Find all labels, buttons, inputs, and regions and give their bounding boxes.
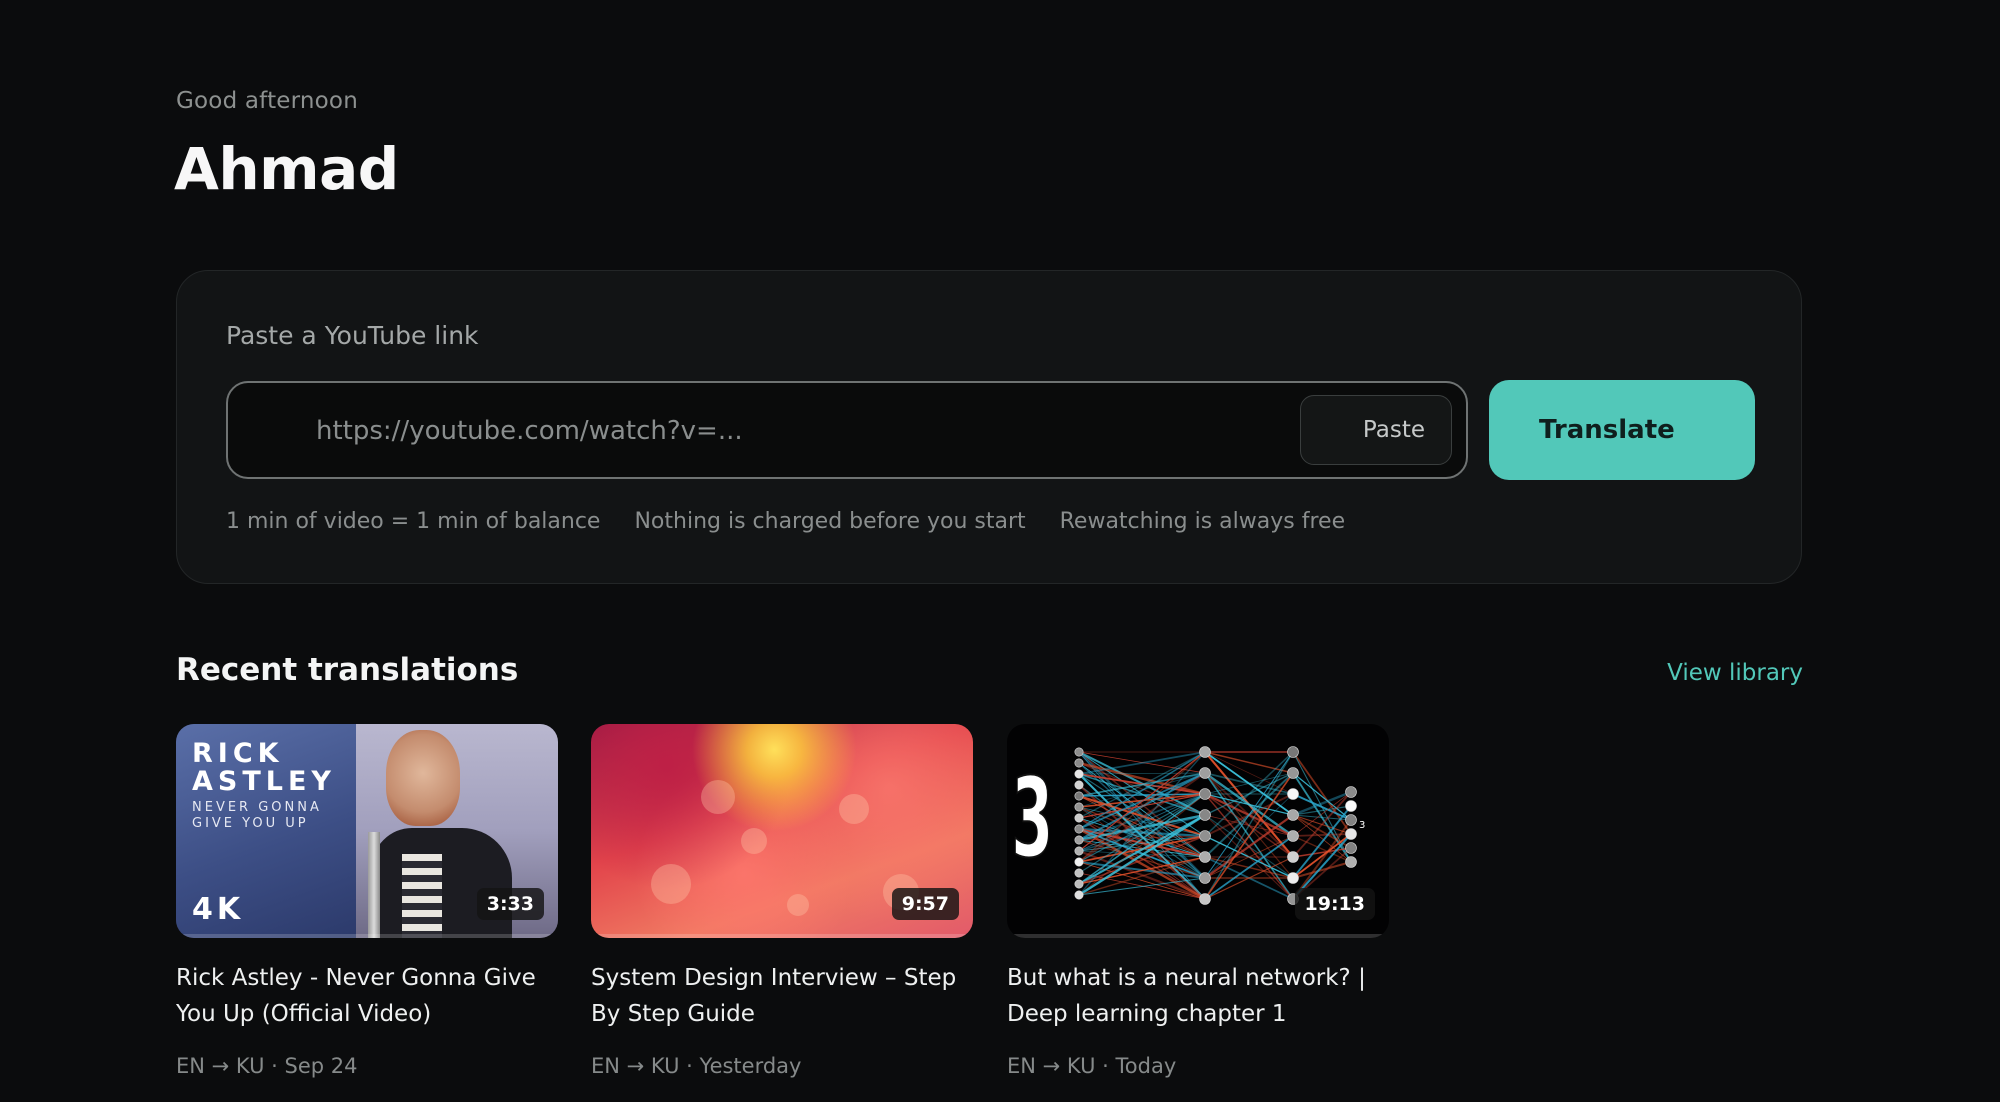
network-node (1199, 830, 1211, 842)
video-meta: EN → KU · Sep 24 (176, 1054, 358, 1078)
network-node (1074, 835, 1084, 845)
video-title[interactable]: Rick Astley - Never Gonna Give You Up (O… (176, 960, 558, 1032)
network-node (1199, 893, 1211, 905)
network-node (1345, 800, 1357, 812)
network-node (1345, 828, 1357, 840)
pricing-notes: 1 min of video = 1 min of balance Nothin… (226, 509, 1345, 534)
network-node (1199, 788, 1211, 800)
digit-image-text: 3 (1011, 754, 1053, 882)
network-node (1074, 758, 1084, 768)
network-node (1199, 746, 1211, 758)
pricing-note: Nothing is charged before you start (634, 509, 1026, 534)
paste-button[interactable]: Paste (1300, 395, 1452, 465)
video-thumbnail[interactable]: 3 3 19:13 (1007, 724, 1389, 938)
network-node (1074, 813, 1084, 823)
network-node (1199, 872, 1211, 884)
progress-bar (176, 934, 558, 938)
thumbnail-art (701, 780, 735, 814)
network-node (1199, 809, 1211, 821)
progress-bar (591, 934, 973, 938)
thumbnail-badge-text: 4K (192, 892, 245, 927)
network-node (1074, 769, 1084, 779)
network-node (1287, 830, 1299, 842)
pricing-note: Rewatching is always free (1059, 509, 1346, 534)
video-title[interactable]: System Design Interview – Step By Step G… (591, 960, 973, 1032)
duration-badge: 9:57 (891, 888, 959, 920)
home-page: Good afternoon Ahmad Paste a YouTube lin… (0, 0, 2000, 1102)
network-node (1074, 747, 1084, 757)
video-thumbnail[interactable]: 9:57 (591, 724, 973, 938)
progress-bar (1007, 934, 1389, 938)
thumbnail-art (386, 730, 460, 826)
thumbnail-art (787, 894, 809, 916)
network-node (1345, 856, 1357, 868)
network-node (1287, 809, 1299, 821)
video-meta: EN → KU · Today (1007, 1054, 1177, 1078)
translate-button-label: Translate (1539, 415, 1675, 445)
network-node (1074, 791, 1084, 801)
network-node (1345, 786, 1357, 798)
network-node (1074, 780, 1084, 790)
network-node (1345, 814, 1357, 826)
duration-badge: 19:13 (1294, 888, 1375, 920)
network-node (1074, 846, 1084, 856)
greeting-text: Good afternoon (176, 88, 358, 114)
network-node (1074, 890, 1084, 900)
network-node (1074, 857, 1084, 867)
network-edge (1292, 861, 1352, 879)
video-meta: EN → KU · Yesterday (591, 1054, 802, 1078)
view-library-link[interactable]: View library (1667, 660, 1803, 686)
network-node (1074, 802, 1084, 812)
paste-button-label: Paste (1362, 417, 1425, 443)
user-name-heading: Ahmad (174, 135, 399, 203)
video-title[interactable]: But what is a neural network? | Deep lea… (1007, 960, 1389, 1032)
network-edge (1292, 790, 1352, 817)
network-node (1199, 767, 1211, 779)
thumbnail-art (402, 854, 442, 938)
link-input-label: Paste a YouTube link (226, 321, 479, 350)
thumbnail-art (651, 864, 691, 904)
duration-badge: 3:33 (476, 888, 544, 920)
thumbnail-title-text: RICK ASTLEY (192, 740, 336, 796)
video-card[interactable]: 9:57 System Design Interview – Step By S… (591, 724, 973, 1078)
network-edge (1204, 751, 1294, 879)
thumbnail-text-line: GIVE YOU UP (192, 816, 309, 831)
network-node (1287, 788, 1299, 800)
translate-card: Paste a YouTube link Paste Translate 1 m… (176, 270, 1802, 584)
network-node (1287, 872, 1299, 884)
thumbnail-art (1078, 751, 1352, 901)
video-thumbnail[interactable]: RICK ASTLEY NEVER GONNA GIVE YOU UP 4K 3… (176, 724, 558, 938)
translate-button[interactable]: Translate (1489, 380, 1755, 480)
output-label-text: 3 (1359, 820, 1365, 831)
network-node (1074, 879, 1084, 889)
network-node (1287, 746, 1299, 758)
network-node (1345, 842, 1357, 854)
video-card[interactable]: RICK ASTLEY NEVER GONNA GIVE YOU UP 4K 3… (176, 724, 558, 1078)
thumbnail-art (839, 794, 869, 824)
network-node (1287, 767, 1299, 779)
network-node (1074, 868, 1084, 878)
video-card[interactable]: 3 3 19:13 But what is a neural network? … (1007, 724, 1389, 1078)
recent-translations-heading: Recent translations (176, 652, 519, 688)
thumbnail-subtitle-text: NEVER GONNA GIVE YOU UP (192, 800, 322, 832)
network-edge (1292, 833, 1352, 837)
network-node (1199, 851, 1211, 863)
thumbnail-text-line: ASTLEY (192, 766, 336, 797)
thumbnail-art (372, 828, 512, 938)
pricing-note: 1 min of video = 1 min of balance (226, 509, 601, 534)
thumbnail-art (741, 828, 767, 854)
youtube-link-field[interactable]: Paste (226, 381, 1468, 479)
youtube-link-input[interactable] (314, 383, 1298, 479)
network-node (1287, 851, 1299, 863)
network-node (1074, 824, 1084, 834)
thumbnail-text-line: NEVER GONNA (192, 800, 322, 815)
thumbnail-text-line: RICK (192, 738, 284, 769)
thumbnail-art (368, 832, 380, 938)
